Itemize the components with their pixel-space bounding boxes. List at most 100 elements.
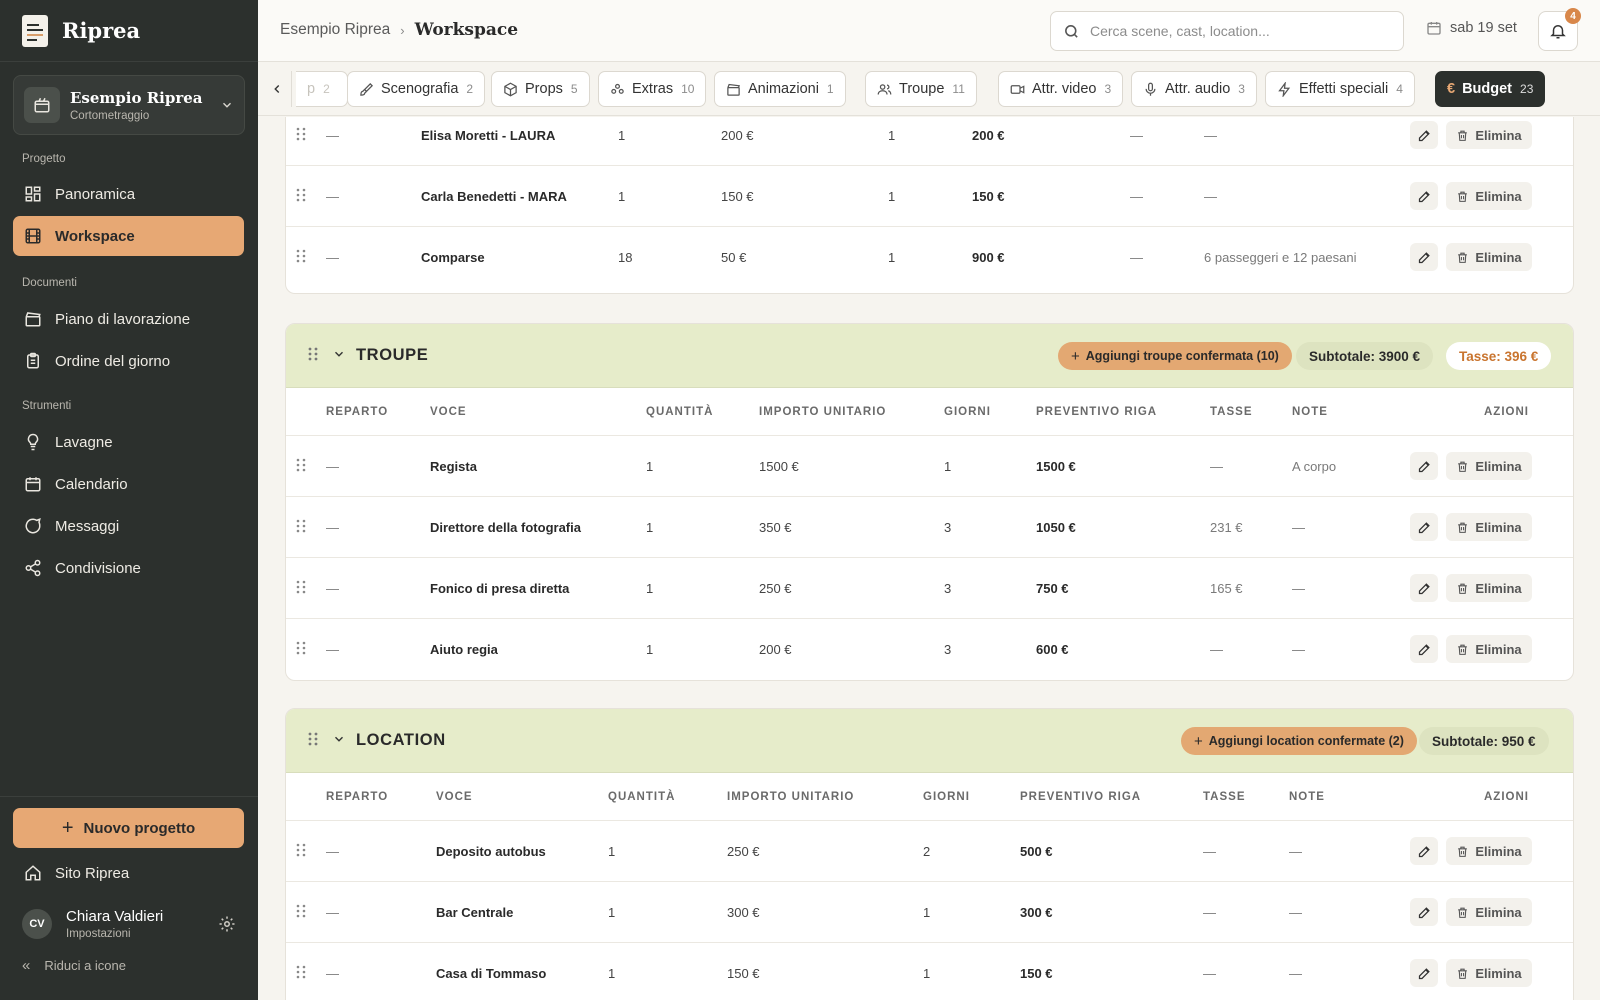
notifications-button[interactable]: 4 <box>1538 8 1581 51</box>
drag-handle-icon[interactable] <box>296 249 306 266</box>
sidebar-item-workspace[interactable]: Workspace <box>13 216 244 256</box>
delete-button[interactable]: Elimina <box>1446 452 1532 480</box>
cell-voce: Fonico di presa diretta <box>430 581 570 596</box>
tab-effetti-speciali[interactable]: Effetti speciali 4 <box>1265 71 1415 107</box>
edit-button[interactable] <box>1410 243 1438 271</box>
pencil-icon <box>1418 845 1430 857</box>
drag-handle-icon[interactable] <box>296 580 306 597</box>
cell-giorni: 1 <box>888 128 896 143</box>
delete-button[interactable]: Elimina <box>1446 635 1532 663</box>
sidebar-item-condivisione[interactable]: Condivisione <box>13 548 244 588</box>
edit-button[interactable] <box>1410 121 1438 149</box>
edit-button[interactable] <box>1410 959 1438 987</box>
tabs-scroll-left-button[interactable] <box>262 71 292 107</box>
chevron-down-icon[interactable] <box>332 732 346 749</box>
add-troupe-button[interactable]: + Aggiungi troupe confermata (10) <box>1058 342 1292 370</box>
cell-importo: 150 € <box>721 189 754 204</box>
delete-button[interactable]: Elimina <box>1446 574 1532 602</box>
tab-props[interactable]: Props 5 <box>491 71 590 107</box>
drag-handle-icon[interactable] <box>296 904 306 921</box>
cell-preventivo: 150 € <box>972 189 1005 204</box>
drag-handle-icon[interactable] <box>296 641 306 658</box>
clapperboard-icon <box>23 309 43 329</box>
delete-button[interactable]: Elimina <box>1446 959 1532 987</box>
sidebar-item-lavagne[interactable]: Lavagne <box>13 422 244 462</box>
delete-button[interactable]: Elimina <box>1446 243 1532 271</box>
add-location-button[interactable]: + Aggiungi location confermate (2) <box>1181 727 1417 755</box>
cell-quantita: 1 <box>608 844 616 859</box>
edit-button[interactable] <box>1410 182 1438 210</box>
delete-button[interactable]: Elimina <box>1446 898 1532 926</box>
chevron-down-icon <box>223 102 231 108</box>
tab-extras[interactable]: Extras 10 <box>598 71 707 107</box>
sidebar-item-piano[interactable]: Piano di lavorazione <box>13 299 244 339</box>
edit-button[interactable] <box>1410 513 1438 541</box>
trash-icon <box>1458 252 1468 263</box>
plus-icon: + <box>1194 732 1203 750</box>
sidebar-item-panoramica[interactable]: Panoramica <box>13 174 244 214</box>
brand[interactable]: Riprea <box>0 0 258 62</box>
drag-handle-icon[interactable] <box>308 732 318 749</box>
riprea-logo-icon <box>22 14 48 47</box>
cell-giorni: 3 <box>944 642 952 657</box>
delete-button[interactable]: Elimina <box>1446 121 1532 149</box>
budget-content: — Elisa Moretti - LAURA 1 200 € 1 200 € — — Elim… <box>258 117 1600 1000</box>
sidebar-item-label: Calendario <box>55 475 128 493</box>
user-profile[interactable]: CV Chiara Valdieri Impostazioni <box>22 905 236 943</box>
search-input[interactable] <box>1090 23 1380 39</box>
chevron-left-icon <box>273 85 279 93</box>
edit-button[interactable] <box>1410 452 1438 480</box>
cell-quantita: 1 <box>618 128 626 143</box>
pencil-icon <box>1418 129 1430 141</box>
cell-quantita: 1 <box>646 581 654 596</box>
home-icon <box>23 863 43 883</box>
edit-button[interactable] <box>1410 898 1438 926</box>
edit-button[interactable] <box>1410 635 1438 663</box>
project-switcher[interactable]: Esempio Riprea Cortometraggio <box>13 75 245 135</box>
delete-button[interactable]: Elimina <box>1446 513 1532 541</box>
tab-troupe[interactable]: Troupe 11 <box>865 71 977 107</box>
sidebar-item-calendario[interactable]: Calendario <box>13 464 244 504</box>
delete-button[interactable]: Elimina <box>1446 837 1532 865</box>
collapse-sidebar-button[interactable]: « Riduci a icone <box>22 957 126 974</box>
edit-button[interactable] <box>1410 837 1438 865</box>
chevron-right-icon: › <box>400 22 405 38</box>
tab-budget[interactable]: € Budget 23 <box>1435 71 1546 107</box>
drag-handle-icon[interactable] <box>296 519 306 536</box>
cell-tasse: — <box>1203 844 1216 859</box>
edit-button[interactable] <box>1410 574 1438 602</box>
tab-animazioni[interactable]: Animazioni 1 <box>714 71 846 107</box>
gear-icon[interactable] <box>218 915 236 933</box>
notification-badge: 4 <box>1565 8 1581 24</box>
breadcrumb-root[interactable]: Esempio Riprea <box>280 21 390 39</box>
delete-button[interactable]: Elimina <box>1446 182 1532 210</box>
drag-handle-icon[interactable] <box>296 127 306 144</box>
double-chevron-left-icon: « <box>22 957 31 974</box>
chevron-down-icon[interactable] <box>332 347 346 364</box>
cell-voce: Carla Benedetti - MARA <box>421 189 567 204</box>
drag-handle-icon[interactable] <box>296 965 306 982</box>
tab-scenografia[interactable]: Scenografia 2 <box>347 71 486 107</box>
sidebar-item-messaggi[interactable]: Messaggi <box>13 506 244 546</box>
sidebar-item-ordine[interactable]: Ordine del giorno <box>13 341 244 381</box>
cell-note: — <box>1292 520 1305 535</box>
subtotal-badge: Subtotale: 950 € <box>1419 727 1549 755</box>
tab-attr-video[interactable]: Attr. video 3 <box>998 71 1124 107</box>
top-header: Esempio Riprea › Workspace sab 19 set 4 <box>258 0 1600 62</box>
search-box[interactable] <box>1050 11 1404 51</box>
cell-note: — <box>1204 128 1217 143</box>
cell-importo: 200 € <box>721 128 754 143</box>
tab-truncated[interactable]: p2 <box>296 71 348 107</box>
drag-handle-icon[interactable] <box>308 347 318 364</box>
user-settings-label: Impostazioni <box>66 928 131 940</box>
new-project-button[interactable]: + Nuovo progetto <box>13 808 244 848</box>
drag-handle-icon[interactable] <box>296 843 306 860</box>
cell-reparto: — <box>326 581 339 596</box>
tab-attr-audio[interactable]: Attr. audio 3 <box>1131 71 1257 107</box>
users-icon <box>877 82 892 97</box>
sidebar-item-sito[interactable]: Sito Riprea <box>13 853 244 893</box>
drag-handle-icon[interactable] <box>296 188 306 205</box>
sidebar-footer: + Nuovo progetto Sito Riprea CV Chiara V… <box>0 796 258 1000</box>
cell-voce: Casa di Tommaso <box>436 966 547 981</box>
drag-handle-icon[interactable] <box>296 458 306 475</box>
